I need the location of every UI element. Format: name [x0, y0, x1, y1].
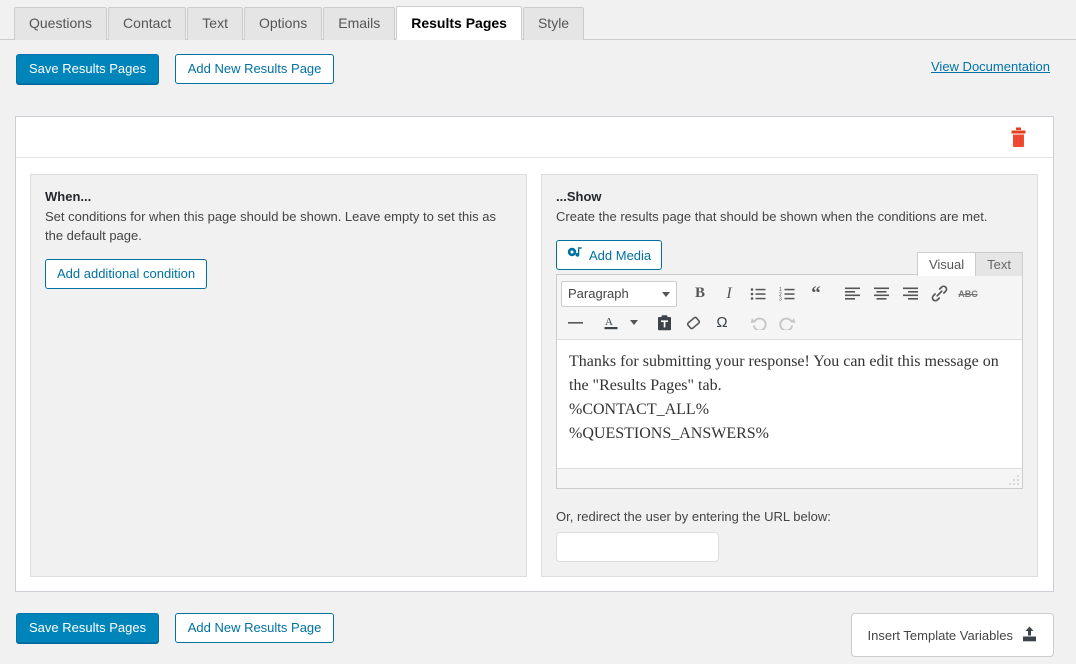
editor-toolbar-row-1: Paragraph B I 123 “ ABC	[561, 279, 1018, 308]
tab-results-pages[interactable]: Results Pages	[396, 6, 522, 40]
paragraph-format-value: Paragraph	[568, 286, 629, 301]
paste-as-text-icon	[657, 314, 672, 331]
redirect-url-label: Or, redirect the user by entering the UR…	[556, 509, 831, 524]
bold-button[interactable]: B	[686, 281, 714, 307]
editor-resize-handle[interactable]	[1008, 474, 1020, 486]
tab-options[interactable]: Options	[243, 7, 323, 40]
show-panel-description: Create the results page that should be s…	[556, 209, 988, 224]
results-page-card: When... Set conditions for when this pag…	[15, 116, 1054, 592]
svg-text:A: A	[605, 316, 613, 328]
delete-results-page-button[interactable]	[1005, 125, 1031, 151]
add-media-button[interactable]: Add Media	[556, 240, 663, 270]
horizontal-rule-icon	[567, 316, 583, 329]
clear-formatting-button[interactable]	[679, 310, 707, 336]
align-center-icon	[873, 287, 889, 300]
redo-button[interactable]	[773, 310, 801, 336]
text-color-icon: A	[603, 314, 619, 331]
view-documentation-link[interactable]: View Documentation	[931, 59, 1050, 74]
italic-button[interactable]: I	[715, 281, 743, 307]
align-left-icon	[844, 287, 860, 300]
numbered-list-button[interactable]: 123	[773, 281, 801, 307]
rich-text-editor: Paragraph B I 123 “ ABC A Ω Thanks for s…	[556, 274, 1023, 489]
tab-emails[interactable]: Emails	[323, 7, 396, 40]
blockquote-button[interactable]: “	[802, 281, 830, 307]
undo-icon	[750, 315, 767, 330]
chevron-down-icon	[662, 291, 670, 297]
special-character-button[interactable]: Ω	[708, 310, 736, 336]
add-new-results-page-button-top[interactable]: Add New Results Page	[174, 54, 335, 84]
top-action-row: Save Results Pages Add New Results Page …	[0, 40, 1076, 96]
when-panel-title: When...	[45, 189, 92, 204]
redirect-url-input[interactable]	[556, 532, 719, 562]
upload-icon	[1022, 626, 1037, 645]
trash-icon	[1010, 127, 1027, 150]
paste-as-text-button[interactable]	[650, 310, 678, 336]
redo-icon	[778, 315, 796, 330]
editor-toolbar-row-2: A Ω	[561, 308, 1018, 337]
chevron-down-icon	[630, 320, 638, 325]
undo-button[interactable]	[744, 310, 772, 336]
show-panel-title: ...Show	[556, 189, 602, 204]
editor-status-bar	[557, 468, 1022, 488]
align-center-button[interactable]	[867, 281, 895, 307]
save-results-pages-button-top[interactable]: Save Results Pages	[16, 54, 160, 84]
insert-template-variables-label: Insert Template Variables	[867, 627, 1013, 643]
text-color-button[interactable]: A	[597, 310, 625, 336]
omega-icon: Ω	[716, 314, 728, 331]
tab-questions[interactable]: Questions	[14, 7, 108, 40]
editor-content-area[interactable]: Thanks for submitting your response! You…	[557, 340, 1022, 468]
show-panel: ...Show Create the results page that sho…	[541, 174, 1038, 577]
tab-text[interactable]: Text	[187, 7, 243, 40]
horizontal-rule-button[interactable]	[561, 310, 589, 336]
numbered-list-icon: 123	[779, 287, 795, 301]
results-page-panels: When... Set conditions for when this pag…	[16, 158, 1053, 593]
align-right-icon	[902, 287, 918, 300]
add-new-results-page-button-bottom[interactable]: Add New Results Page	[174, 613, 335, 643]
strikethrough-button[interactable]: ABC	[954, 281, 982, 307]
align-left-button[interactable]	[838, 281, 866, 307]
insert-link-icon	[931, 285, 948, 302]
editor-tab-visual[interactable]: Visual	[916, 252, 977, 276]
blockquote-icon: “	[811, 282, 821, 304]
text-color-dropdown-button[interactable]	[626, 310, 642, 336]
when-panel: When... Set conditions for when this pag…	[30, 174, 527, 577]
editor-top-bar: Add Media Visual Text	[556, 240, 1023, 276]
paragraph-format-select[interactable]: Paragraph	[561, 280, 677, 307]
bulleted-list-icon	[750, 287, 766, 301]
align-right-button[interactable]	[896, 281, 924, 307]
editor-paragraph-2: %CONTACT_ALL%	[569, 401, 710, 418]
tab-style[interactable]: Style	[522, 7, 585, 40]
strikethrough-icon: ABC	[958, 288, 978, 299]
editor-paragraph-1: Thanks for submitting your response! You…	[569, 353, 999, 394]
insert-template-variables-button[interactable]: Insert Template Variables	[850, 613, 1054, 657]
svg-text:3: 3	[779, 296, 782, 301]
form-tab-bar: Questions Contact Text Options Emails Results…	[0, 0, 1076, 40]
editor-tab-text[interactable]: Text	[975, 252, 1023, 276]
bottom-action-row: Save Results Pages Add New Results Page …	[0, 606, 1076, 664]
editor-toolbar: Paragraph B I 123 “ ABC A Ω	[557, 275, 1022, 340]
eraser-icon	[685, 315, 702, 331]
bulleted-list-button[interactable]	[744, 281, 772, 307]
results-page-card-header	[16, 117, 1053, 158]
tab-contact[interactable]: Contact	[108, 7, 187, 40]
editor-paragraph-3: %QUESTIONS_ANSWERS%	[569, 425, 769, 442]
save-results-pages-button-bottom[interactable]: Save Results Pages	[16, 613, 160, 643]
add-media-label: Add Media	[589, 247, 652, 263]
editor-mode-tabs: Visual Text	[916, 252, 1023, 276]
insert-link-button[interactable]	[925, 281, 953, 307]
when-panel-description: Set conditions for when this page should…	[45, 209, 496, 243]
media-icon	[567, 246, 583, 265]
add-additional-condition-button[interactable]: Add additional condition	[45, 259, 208, 289]
